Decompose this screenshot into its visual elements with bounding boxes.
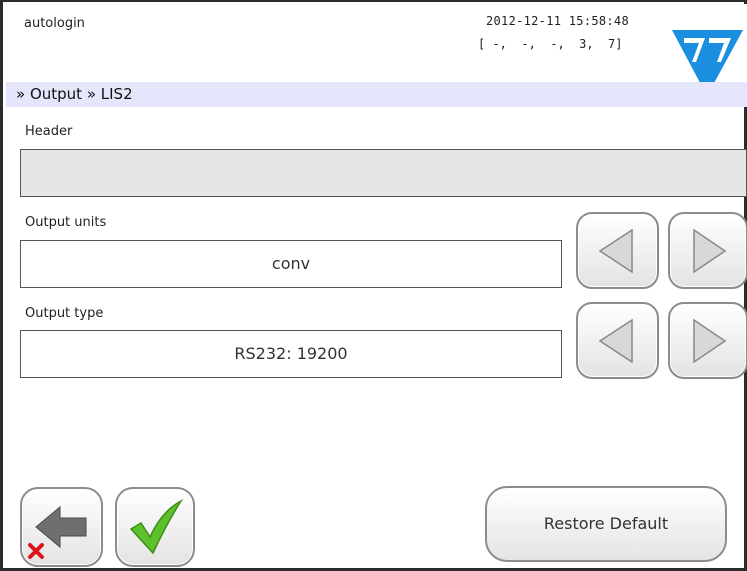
output-type-value: RS232: 19200 xyxy=(20,330,562,378)
units-prev-button[interactable] xyxy=(576,212,659,289)
confirm-button[interactable] xyxy=(115,487,195,567)
status-bar: autologin 2012-12-11 15:58:48 [ -, -, -,… xyxy=(6,4,747,82)
date-time: 2012-12-11 15:58:48 xyxy=(486,14,629,28)
device-screen: autologin 2012-12-11 15:58:48 [ -, -, -,… xyxy=(0,0,747,571)
header-input[interactable] xyxy=(20,149,747,197)
output-units-label: Output units xyxy=(25,215,107,230)
output-type-label: Output type xyxy=(25,306,104,321)
type-prev-button[interactable] xyxy=(576,302,659,379)
user-name: autologin xyxy=(24,16,85,31)
type-next-button[interactable] xyxy=(668,302,747,379)
back-cancel-button[interactable] xyxy=(20,487,103,567)
back-arrow-cancel-icon xyxy=(28,505,87,559)
status-codes: [ -, -, -, 3, 7] xyxy=(478,37,623,51)
breadcrumb-text: » Output » LIS2 xyxy=(16,85,133,103)
header-label: Header xyxy=(25,124,73,139)
triangle-left-icon xyxy=(598,228,633,274)
output-units-value: conv xyxy=(20,240,562,288)
checkmark-icon xyxy=(129,499,184,555)
units-next-button[interactable] xyxy=(668,212,747,289)
triangle-right-icon xyxy=(693,318,727,364)
triangle-left-icon xyxy=(598,318,633,364)
breadcrumb: » Output » LIS2 xyxy=(6,82,747,107)
restore-default-button[interactable]: Restore Default xyxy=(485,486,727,562)
triangle-right-icon xyxy=(693,228,727,274)
